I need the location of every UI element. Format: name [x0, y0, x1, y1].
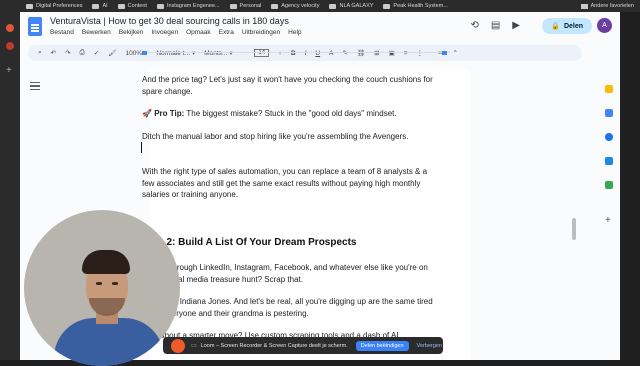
header-icons: ⟲ ▤ ▶ — [470, 20, 520, 31]
folder-icon — [156, 3, 164, 9]
bookmarks-bar: Digital Preferences AI Content Instagram… — [0, 0, 640, 12]
meet-icon[interactable]: ▶ — [512, 20, 520, 31]
paragraph-ditch: Ditch the manual labor and stop hiring l… — [142, 132, 409, 141]
webcam-shirt — [54, 318, 164, 366]
bookmark-7[interactable]: Peak Health System... — [383, 3, 448, 9]
tip-text: The biggest mistake? Stuck in the "good … — [184, 109, 397, 118]
webcam-hair — [82, 250, 130, 274]
maps-icon[interactable] — [605, 181, 613, 189]
loom-share-text: Loom – Screen Recorder & Screen Capture … — [200, 342, 348, 349]
webcam-beard — [89, 298, 125, 316]
browser-side-rail: + — [0, 12, 20, 360]
undo-icon[interactable]: ↶ — [51, 49, 56, 57]
webcam-eye-right — [112, 282, 118, 285]
bookmark-1[interactable]: AI — [92, 3, 108, 9]
paint-format-icon[interactable]: 🖌 — [108, 49, 116, 57]
loom-share-bar: ▭ Loom – Screen Recorder & Screen Captur… — [163, 337, 443, 354]
add-icon[interactable]: + — [6, 66, 12, 76]
text-cursor — [141, 142, 142, 153]
folder-icon — [92, 3, 100, 9]
folder-icon — [26, 3, 33, 9]
lock-icon: 🔒 — [551, 23, 560, 30]
bookmark-5[interactable]: Agency velocity — [271, 3, 319, 9]
calendar-icon[interactable] — [605, 85, 613, 93]
app-icon-2[interactable] — [6, 42, 14, 50]
paragraph-automation: With the right type of sales automation,… — [142, 167, 428, 199]
heading-step-2: Step 2: Build A List Of Your Dream Prosp… — [142, 237, 357, 248]
right-indent-marker[interactable] — [442, 51, 447, 55]
stop-sharing-button[interactable]: Delen beëindigen — [355, 340, 409, 351]
side-panel: + — [600, 67, 620, 360]
ruler[interactable] — [140, 51, 450, 58]
bookmark-6[interactable]: NLA GALAXY — [329, 3, 373, 9]
folder-icon — [580, 3, 588, 9]
rocket-icon: 🚀 — [142, 109, 152, 118]
paragraph-tip: 🚀 Pro Tip: The biggest mistake? Stuck in… — [142, 108, 452, 120]
share-button[interactable]: 🔒 Delen — [542, 18, 592, 34]
add-addon-icon[interactable]: + — [605, 216, 613, 226]
paragraph-price: And the price tag? Let's just say it won… — [142, 75, 433, 96]
bookmark-3[interactable]: Instagram Engenee... — [156, 3, 220, 9]
document-title[interactable]: VenturaVista | How to get 30 deal sourci… — [50, 16, 289, 26]
print-icon[interactable]: ⎙ — [80, 49, 85, 57]
paragraph-indiana: You're not Indiana Jones. And let's be r… — [142, 297, 433, 318]
paragraph-sift: You sift through LinkedIn, Instagram, Fa… — [142, 263, 428, 284]
menu-bar: Bestand Bewerken Bekijken Invoegen Opmaa… — [50, 29, 302, 36]
record-icon[interactable] — [171, 338, 185, 353]
other-bookmarks[interactable]: Andere favorieten — [580, 0, 634, 12]
bookmark-4[interactable]: Personal — [229, 3, 261, 9]
search-icon[interactable]: ⌕ — [38, 49, 42, 57]
menu-invoegen[interactable]: Invoegen — [151, 29, 178, 36]
comment-icon[interactable]: ▤ — [491, 20, 500, 31]
hide-button[interactable]: Verbergen — [417, 343, 442, 349]
bookmark-2[interactable]: Content — [117, 3, 147, 9]
screen-share-icon: ▭ — [191, 343, 197, 349]
title-bar: VenturaVista | How to get 30 deal sourci… — [20, 12, 620, 42]
menu-bekijken[interactable]: Bekijken — [119, 29, 144, 36]
avatar[interactable]: A — [597, 18, 612, 33]
folder-icon — [329, 3, 337, 9]
menu-bewerken[interactable]: Bewerken — [82, 29, 111, 36]
folder-icon — [229, 3, 237, 9]
outline-icon[interactable] — [30, 82, 40, 90]
menu-extra[interactable]: Extra — [219, 29, 234, 36]
docs-logo-icon[interactable] — [28, 17, 42, 36]
webcam-bubble[interactable] — [24, 210, 180, 366]
tip-label: Pro Tip: — [154, 109, 185, 118]
menu-help[interactable]: Help — [288, 29, 301, 36]
menu-opmaak[interactable]: Opmaak — [186, 29, 211, 36]
scrollbar-thumb[interactable] — [572, 218, 576, 240]
folder-icon — [271, 3, 279, 9]
menu-uitbreidingen[interactable]: Uitbreidingen — [242, 29, 280, 36]
bookmark-0[interactable]: Digital Preferences — [26, 3, 82, 9]
spellcheck-icon[interactable]: ✓ — [94, 49, 99, 57]
contacts-icon[interactable] — [605, 157, 613, 165]
collapse-icon[interactable]: ⌃ — [453, 49, 458, 57]
keep-icon[interactable] — [605, 109, 613, 117]
history-icon[interactable]: ⟲ — [470, 20, 478, 31]
menu-bestand[interactable]: Bestand — [50, 29, 74, 36]
app-icon-1[interactable] — [6, 24, 14, 32]
webcam-eye-left — [96, 282, 102, 285]
folder-icon — [117, 3, 125, 9]
left-indent-marker[interactable] — [142, 51, 147, 55]
redo-icon[interactable]: ↷ — [65, 49, 70, 57]
folder-icon — [383, 3, 391, 9]
tasks-icon[interactable] — [605, 133, 613, 141]
